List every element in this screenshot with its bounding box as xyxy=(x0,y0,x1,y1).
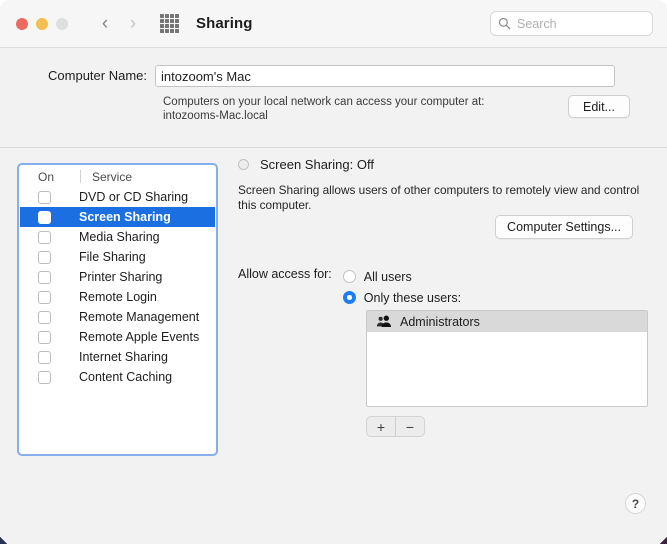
computer-name-section: Computer Name: Computers on your local n… xyxy=(0,48,667,148)
group-icon xyxy=(376,315,392,328)
service-row[interactable]: Internet Sharing xyxy=(20,347,215,367)
zoom-window-button[interactable] xyxy=(56,17,68,30)
service-list-rows: DVD or CD Sharing Screen Sharing Media Sha… xyxy=(20,187,215,387)
service-row[interactable]: Content Caching xyxy=(20,367,215,387)
search-box[interactable] xyxy=(490,11,653,36)
service-enable-checkbox[interactable] xyxy=(38,310,51,324)
service-label: DVD or CD Sharing xyxy=(79,190,189,204)
computer-name-input[interactable] xyxy=(155,65,615,87)
service-row[interactable]: Media Sharing xyxy=(20,227,215,247)
traffic-lights xyxy=(16,17,68,30)
add-user-button[interactable]: + xyxy=(367,417,395,436)
grid-dot xyxy=(160,14,164,18)
radio-only-these-users[interactable]: Only these users: xyxy=(342,287,462,308)
service-enable-checkbox[interactable] xyxy=(38,250,51,264)
service-row[interactable]: Remote Management xyxy=(20,307,215,327)
computer-name-help-line1: Computers on your local network can acce… xyxy=(163,96,485,108)
service-label: Remote Management xyxy=(79,310,200,324)
service-list[interactable]: On Service DVD or CD Sharing Screen Shari… xyxy=(17,163,218,456)
grid-dot xyxy=(170,24,174,28)
grid-dot xyxy=(165,19,169,23)
service-description: Screen Sharing allows users of other com… xyxy=(238,183,640,212)
service-enable-checkbox[interactable] xyxy=(38,270,51,284)
service-detail-pane: Screen Sharing: Off Screen Sharing allow… xyxy=(238,148,650,437)
search-input[interactable] xyxy=(517,16,645,31)
radio-all-users-label: All users xyxy=(363,269,412,284)
close-window-button[interactable] xyxy=(16,17,28,30)
grid-dot xyxy=(175,14,179,18)
service-enable-checkbox[interactable] xyxy=(38,210,51,224)
column-divider xyxy=(80,170,81,183)
forward-arrow-icon[interactable]: › xyxy=(122,12,144,36)
grid-dot xyxy=(160,29,164,33)
grid-dot xyxy=(170,29,174,33)
sharing-preferences-window: ‹ › Sharing Computer Name: Computers on … xyxy=(0,0,667,544)
service-label: Content Caching xyxy=(79,370,173,384)
service-enable-checkbox[interactable] xyxy=(38,370,51,384)
allow-access-radio-group: All users Only these users: xyxy=(342,266,462,308)
remove-user-button[interactable]: − xyxy=(396,417,424,436)
allowed-users-list[interactable]: Administrators xyxy=(366,310,648,407)
show-all-grid-icon[interactable] xyxy=(160,14,179,33)
grid-dot xyxy=(170,19,174,23)
service-label: Remote Login xyxy=(79,290,157,304)
grid-dot xyxy=(175,19,179,23)
computer-name-help-text: Computers on your local network can acce… xyxy=(163,95,563,123)
column-header-service: Service xyxy=(92,169,133,184)
page-title: Sharing xyxy=(196,15,253,32)
status-indicator-icon xyxy=(238,159,249,170)
grid-dot xyxy=(175,29,179,33)
radio-all-users[interactable]: All users xyxy=(342,266,461,287)
grid-dot xyxy=(170,14,174,18)
service-label: Media Sharing xyxy=(79,230,160,244)
service-row[interactable]: Remote Apple Events xyxy=(20,327,215,347)
computer-settings-button[interactable]: Computer Settings... xyxy=(495,215,633,239)
service-row[interactable]: Printer Sharing xyxy=(20,267,215,287)
back-arrow-icon[interactable]: ‹ xyxy=(94,12,116,36)
minimize-window-button[interactable] xyxy=(36,17,48,30)
service-enable-checkbox[interactable] xyxy=(38,230,51,244)
computer-name-label: Computer Name: xyxy=(48,68,147,83)
help-button[interactable]: ? xyxy=(625,493,646,514)
search-icon xyxy=(498,17,511,30)
navigation-arrows: ‹ › xyxy=(94,12,144,36)
service-row[interactable]: Screen Sharing xyxy=(20,207,215,227)
status-badge: Screen Sharing: Off xyxy=(260,157,374,172)
allow-access-row: Allow access for: All users Only these u… xyxy=(238,266,461,308)
service-label: Internet Sharing xyxy=(79,350,168,364)
grid-dot xyxy=(160,19,164,23)
service-status-row: Screen Sharing: Off xyxy=(238,157,650,172)
service-enable-checkbox[interactable] xyxy=(38,190,51,204)
service-enable-checkbox[interactable] xyxy=(38,330,51,344)
grid-dot xyxy=(165,14,169,18)
radio-all-users-button[interactable] xyxy=(342,270,356,283)
grid-dot xyxy=(175,24,179,28)
user-list-item[interactable]: Administrators xyxy=(367,311,647,332)
radio-only-these-users-label: Only these users: xyxy=(363,290,462,305)
service-label: Screen Sharing xyxy=(79,210,171,224)
service-label: File Sharing xyxy=(79,250,146,264)
grid-dot xyxy=(165,24,169,28)
service-label: Printer Sharing xyxy=(79,270,163,284)
radio-only-these-users-button[interactable] xyxy=(342,291,356,304)
column-header-on: On xyxy=(38,169,55,184)
service-list-header: On Service xyxy=(20,166,215,187)
allow-access-label: Allow access for: xyxy=(238,267,332,281)
service-row[interactable]: Remote Login xyxy=(20,287,215,307)
computer-name-help-line2: intozooms-Mac.local xyxy=(163,110,268,122)
service-enable-checkbox[interactable] xyxy=(38,350,51,364)
grid-dot xyxy=(160,24,164,28)
sharing-content-area: On Service DVD or CD Sharing Screen Shari… xyxy=(0,148,667,544)
service-enable-checkbox[interactable] xyxy=(38,290,51,304)
grid-dot xyxy=(165,29,169,33)
service-row[interactable]: DVD or CD Sharing xyxy=(20,187,215,207)
window-titlebar: ‹ › Sharing xyxy=(0,0,667,48)
service-row[interactable]: File Sharing xyxy=(20,247,215,267)
user-list-controls: + − xyxy=(366,416,425,437)
edit-button[interactable]: Edit... xyxy=(568,95,630,118)
service-label: Remote Apple Events xyxy=(79,330,200,344)
user-name: Administrators xyxy=(400,314,480,329)
